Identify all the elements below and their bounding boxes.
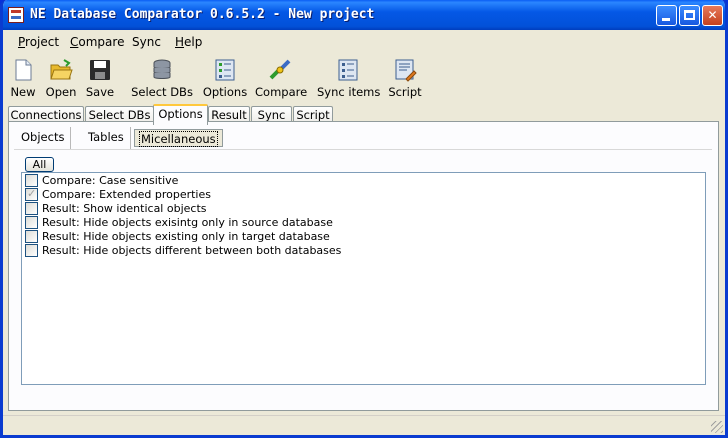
option-extended-properties[interactable]: Compare: Extended properties [22, 187, 705, 202]
status-bar [3, 415, 725, 435]
sync-list-icon [336, 58, 360, 82]
checkbox-hide-target-only[interactable] [25, 230, 38, 243]
new-document-icon [11, 58, 35, 82]
script-icon [393, 58, 417, 82]
menu-compare[interactable]: Compare [70, 35, 124, 49]
new-label: New [10, 85, 36, 99]
subtab-divider [14, 149, 712, 150]
checkbox-hide-source-only[interactable] [25, 216, 38, 229]
script-button[interactable]: Script [387, 54, 423, 100]
close-icon: ✕ [707, 8, 718, 22]
tab-options[interactable]: Options [153, 104, 208, 125]
option-label: Result: Show identical objects [42, 202, 207, 215]
option-label: Compare: Case sensitive [42, 174, 179, 187]
close-button[interactable]: ✕ [702, 5, 723, 26]
maximize-icon [684, 10, 695, 20]
subtab-micellaneous-label: Micellaneous [139, 131, 218, 147]
sync-items-button[interactable]: Sync items [317, 54, 381, 100]
new-button[interactable]: New [7, 54, 39, 100]
options-list-icon [213, 58, 237, 82]
menu-project[interactable]: Project [18, 35, 59, 49]
select-all-button[interactable]: All [25, 157, 54, 172]
select-dbs-button[interactable]: Select DBs [131, 54, 193, 100]
app-database-icon[interactable] [8, 7, 24, 23]
options-button[interactable]: Options [202, 54, 248, 100]
toolbar: New Open Save Select DBs Options Compare… [3, 54, 725, 100]
save-label: Save [85, 85, 115, 99]
options-checklist[interactable]: Compare: Case sensitive Compare: Extende… [21, 172, 706, 385]
subtab-objects[interactable]: Objects [14, 127, 71, 149]
title-bar[interactable]: NE Database Comparator 0.6.5.2 - New pro… [3, 0, 725, 30]
sync-items-label: Sync items [317, 85, 381, 99]
minimize-button[interactable] [656, 5, 677, 26]
option-hide-source-only[interactable]: Result: Hide objects exisintg only in so… [22, 216, 705, 230]
compare-button[interactable]: Compare [255, 54, 308, 100]
subtab-tables[interactable]: Tables [71, 127, 131, 149]
menu-help[interactable]: Help [175, 35, 202, 49]
menu-project-rest: roject [25, 35, 60, 49]
menu-sync[interactable]: Sync [132, 35, 161, 49]
window-title: NE Database Comparator 0.6.5.2 - New pro… [30, 7, 375, 22]
resize-grip-icon[interactable] [711, 421, 723, 433]
option-label: Result: Hide objects existing only in ta… [42, 230, 330, 243]
checkbox-case-sensitive[interactable] [25, 174, 38, 187]
options-label: Options [202, 85, 248, 99]
option-hide-target-only[interactable]: Result: Hide objects existing only in ta… [22, 230, 705, 244]
options-tab-page: Objects Tables Micellaneous All Compare:… [8, 121, 719, 411]
menu-compare-rest: ompare [78, 35, 125, 49]
maximize-button[interactable] [679, 5, 700, 26]
script-label: Script [388, 85, 422, 99]
option-hide-different[interactable]: Result: Hide objects different between b… [22, 244, 705, 258]
database-stack-icon [150, 58, 174, 82]
option-label: Result: Hide objects exisintg only in so… [42, 216, 333, 229]
select-dbs-label: Select DBs [131, 85, 193, 99]
option-show-identical[interactable]: Result: Show identical objects [22, 202, 705, 216]
open-folder-icon [49, 58, 73, 82]
open-label: Open [45, 85, 77, 99]
minimize-icon [662, 18, 670, 21]
app-window: NE Database Comparator 0.6.5.2 - New pro… [0, 0, 728, 438]
compare-icon [268, 58, 292, 82]
option-label: Compare: Extended properties [42, 188, 211, 201]
subtab-micellaneous[interactable]: Micellaneous [134, 129, 223, 147]
menu-help-rest: elp [184, 35, 203, 49]
option-case-sensitive[interactable]: Compare: Case sensitive [22, 174, 705, 188]
checkbox-extended-properties[interactable] [25, 187, 38, 201]
checkbox-hide-different[interactable] [25, 244, 38, 257]
option-label: Result: Hide objects different between b… [42, 244, 342, 257]
open-button[interactable]: Open [43, 54, 79, 100]
menu-bar: Project Compare Sync Help [3, 30, 725, 53]
checkbox-show-identical[interactable] [25, 202, 38, 215]
floppy-disk-icon [88, 58, 112, 82]
save-button[interactable]: Save [83, 54, 117, 100]
compare-label: Compare [255, 85, 308, 99]
